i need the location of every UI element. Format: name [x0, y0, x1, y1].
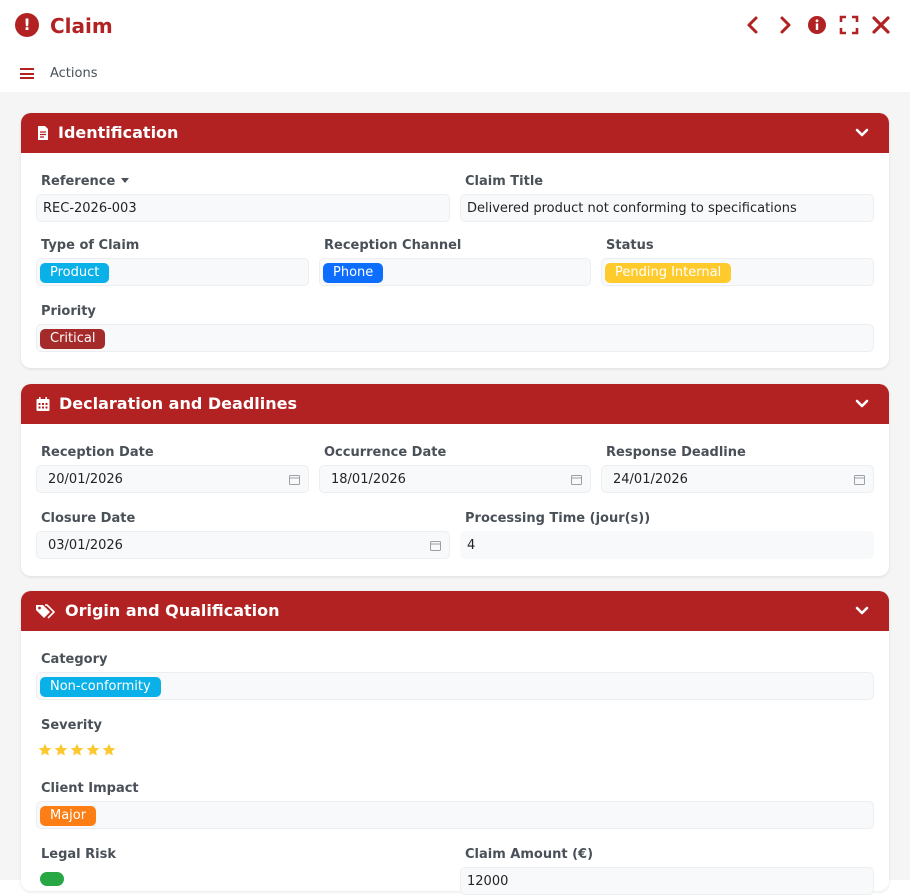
closure-date-label: Closure Date	[41, 511, 136, 526]
reception-channel-field[interactable]: Phone	[319, 258, 591, 286]
claim-amount-field[interactable]: 12000	[460, 867, 874, 895]
tags-icon	[36, 604, 55, 619]
reception-channel-badge: Phone	[323, 263, 384, 283]
legal-risk-label: Legal Risk	[41, 847, 117, 862]
processing-time-label: Processing Time (jour(s))	[465, 511, 651, 526]
occurrence-date-field[interactable]: 18/01/2026	[319, 465, 591, 493]
processing-time-field[interactable]: 4	[460, 531, 874, 559]
legal-risk-toggle[interactable]	[40, 872, 64, 886]
star-icon[interactable]	[38, 743, 52, 757]
calendar-picker-icon[interactable]	[430, 540, 441, 551]
calendar-picker-icon[interactable]	[571, 474, 582, 485]
client-impact-label: Client Impact	[41, 781, 139, 796]
chevron-left-icon[interactable]	[742, 14, 764, 36]
expand-icon[interactable]	[838, 14, 860, 36]
window-title: Claim	[50, 14, 113, 38]
response-deadline-field[interactable]: 24/01/2026	[601, 465, 874, 493]
category-field[interactable]: Non-conformity	[36, 672, 874, 700]
closure-date-field[interactable]: 03/01/2026	[36, 531, 450, 559]
actions-menu: Actions	[20, 66, 98, 81]
severity-rating[interactable]	[38, 743, 116, 757]
status-field[interactable]: Pending Internal	[601, 258, 874, 286]
claim-title-field[interactable]: Delivered product not conforming to spec…	[460, 194, 874, 222]
status-label: Status	[606, 238, 654, 253]
response-deadline-label: Response Deadline	[606, 445, 746, 460]
star-icon[interactable]	[86, 743, 100, 757]
claim-title-label: Claim Title	[465, 174, 544, 189]
origin-section: Origin and Qualification	[21, 591, 889, 891]
priority-field[interactable]: Critical	[36, 324, 874, 352]
sort-caret-icon[interactable]	[121, 178, 130, 183]
reference-label: Reference	[41, 174, 130, 190]
window-toolbar	[742, 14, 892, 36]
reception-date-field[interactable]: 20/01/2026	[36, 465, 309, 493]
star-icon[interactable]	[70, 743, 84, 757]
client-impact-field[interactable]: Major	[36, 801, 874, 829]
origin-section-header[interactable]: Origin and Qualification	[21, 591, 889, 631]
hamburger-icon[interactable]	[20, 68, 34, 79]
reference-field[interactable]: REC-2026-003	[36, 194, 450, 222]
reception-date-label: Reception Date	[41, 445, 154, 460]
declaration-section-title: Declaration and Deadlines	[59, 394, 297, 413]
window-header: ! Claim Actions	[0, 0, 910, 92]
file-text-icon	[38, 126, 48, 140]
category-label: Category	[41, 652, 108, 667]
chevron-down-icon[interactable]	[855, 604, 869, 618]
star-icon[interactable]	[54, 743, 68, 757]
declaration-section-header[interactable]: Declaration and Deadlines	[21, 384, 889, 424]
origin-section-title: Origin and Qualification	[65, 601, 280, 620]
severity-label: Severity	[41, 718, 103, 733]
identification-section-header[interactable]: Identification	[21, 113, 889, 153]
priority-label: Priority	[41, 304, 96, 319]
reception-channel-label: Reception Channel	[324, 238, 462, 253]
identification-section-title: Identification	[58, 123, 179, 142]
calendar-icon	[36, 397, 50, 411]
actions-menu-label[interactable]: Actions	[50, 66, 98, 81]
calendar-picker-icon[interactable]	[854, 474, 865, 485]
category-badge: Non-conformity	[40, 677, 161, 697]
type-of-claim-field[interactable]: Product	[36, 258, 309, 286]
chevron-right-icon[interactable]	[774, 14, 796, 36]
chevron-down-icon[interactable]	[855, 397, 869, 411]
client-impact-badge: Major	[40, 806, 97, 826]
status-badge: Pending Internal	[605, 263, 732, 283]
close-icon[interactable]	[870, 14, 892, 36]
calendar-picker-icon[interactable]	[289, 474, 300, 485]
star-icon[interactable]	[102, 743, 116, 757]
claim-amount-label: Claim Amount (€)	[465, 847, 594, 862]
type-of-claim-label: Type of Claim	[41, 238, 140, 253]
exclamation-circle-icon: !	[15, 13, 39, 37]
info-circle-icon[interactable]	[806, 14, 828, 36]
chevron-down-icon[interactable]	[855, 126, 869, 140]
occurrence-date-label: Occurrence Date	[324, 445, 447, 460]
priority-badge: Critical	[40, 329, 106, 349]
type-of-claim-badge: Product	[40, 263, 110, 283]
